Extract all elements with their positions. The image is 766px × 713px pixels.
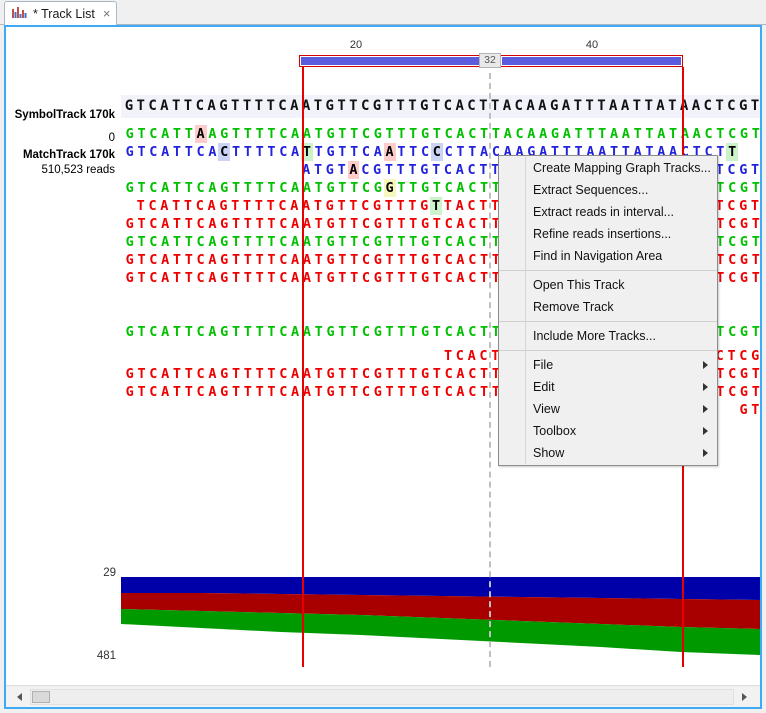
scrollbar-thumb[interactable]: [32, 691, 50, 703]
track-list-icon: [12, 6, 28, 21]
menu-item[interactable]: View: [499, 398, 717, 420]
close-icon[interactable]: ×: [103, 7, 111, 20]
read-row[interactable]: GT: [738, 401, 760, 419]
ruler-tick-40: 40: [585, 39, 599, 51]
menu-item[interactable]: Refine reads insertions...: [499, 223, 717, 245]
tab-bar: * Track List ×: [0, 0, 766, 25]
left-arrow-icon[interactable]: [12, 689, 28, 705]
context-menu[interactable]: Create Mapping Graph Tracks... Extract Se…: [498, 155, 718, 466]
track-view: 20 40 32 SymbolTrack 170k 0 MatchTrack 17…: [6, 27, 760, 707]
chevron-right-icon: [703, 383, 708, 391]
menu-item[interactable]: Find in Navigation Area: [499, 245, 717, 267]
selection-position-label: 32: [479, 53, 501, 68]
symbol-track-label: SymbolTrack 170k: [14, 109, 115, 121]
menu-item[interactable]: Edit: [499, 376, 717, 398]
chevron-right-icon: [703, 427, 708, 435]
reference-sequence-row[interactable]: GTCATTCAGTTTTCAATGTTCGTTTGTCACTTACAAGATT…: [123, 97, 760, 115]
scrollbar-track[interactable]: [30, 689, 734, 705]
graph-min-label: 481: [96, 650, 116, 662]
graph-max-label: 29: [103, 567, 116, 579]
context-menu-items: Create Mapping Graph Tracks... Extract Se…: [499, 157, 717, 464]
read-row[interactable]: <GTCATTAAGTTTTCAATGTTCGTTTGTCACTTACAAGAT…: [121, 125, 760, 143]
track-view-frame: 20 40 32 SymbolTrack 170k 0 MatchTrack 17…: [4, 25, 762, 709]
ruler[interactable]: 20 40 32: [6, 27, 760, 68]
ruler-tick-20: 20: [349, 39, 363, 51]
menu-item[interactable]: Toolbox: [499, 420, 717, 442]
cursor-line-left[interactable]: [302, 67, 304, 667]
menu-item[interactable]: Show: [499, 442, 717, 464]
coverage-graph[interactable]: [121, 567, 760, 677]
menu-item[interactable]: File: [499, 354, 717, 376]
right-arrow-icon[interactable]: [736, 689, 752, 705]
match-track-label: MatchTrack 170k: [22, 149, 115, 161]
menu-item[interactable]: Create Mapping Graph Tracks...: [499, 157, 717, 179]
tab-track-list[interactable]: * Track List ×: [4, 1, 118, 25]
selection-fill-right: [502, 57, 681, 65]
menu-item[interactable]: Extract reads in interval...: [499, 201, 717, 223]
menu-item[interactable]: Include More Tracks...: [499, 325, 717, 347]
match-track-top-value: 0: [108, 132, 115, 144]
menu-item[interactable]: Extract Sequences...: [499, 179, 717, 201]
chevron-right-icon: [703, 405, 708, 413]
menu-separator: [499, 350, 717, 351]
chevron-right-icon: [703, 449, 708, 457]
menu-separator: [499, 270, 717, 271]
menu-item[interactable]: Open This Track: [499, 274, 717, 296]
match-track-reads-count: 510,523 reads: [41, 164, 115, 176]
menu-separator: [499, 321, 717, 322]
selection-fill-left: [301, 57, 479, 65]
chevron-right-icon: [703, 361, 708, 369]
tab-label: * Track List: [33, 6, 95, 21]
position-line-dashed: [489, 73, 491, 667]
menu-item[interactable]: Remove Track: [499, 296, 717, 318]
horizontal-scrollbar[interactable]: [6, 685, 760, 707]
